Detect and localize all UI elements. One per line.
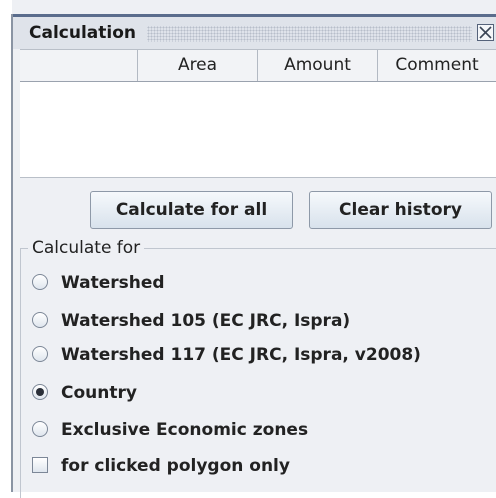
title-bar[interactable]: Calculation [13,17,496,49]
calculation-panel: Calculation Area Amount Comment Calculat… [0,0,496,498]
checkbox-label: for clicked polygon only [61,456,290,476]
radio-button[interactable] [32,312,48,328]
radio-button[interactable] [32,274,48,290]
radio-label: Watershed 105 (EC JRC, Ispra) [61,311,351,331]
calculate-for-all-button[interactable]: Calculate for all [90,191,293,229]
column-header-amount[interactable]: Amount [258,50,378,81]
column-header-comment[interactable]: Comment [378,50,496,81]
calculate-for-label: Calculate for [28,236,145,260]
window-title: Calculation [29,23,136,43]
window-left-border [11,14,13,492]
history-table-header: Area Amount Comment [20,49,496,82]
radio-button-selected[interactable] [32,384,48,400]
close-icon [479,26,492,39]
radio-label: Watershed [61,273,165,293]
radio-button[interactable] [32,421,48,437]
radio-button[interactable] [32,346,48,362]
radio-label: Exclusive Economic zones [61,420,309,440]
clear-history-button[interactable]: Clear history [309,191,492,229]
column-header-blank[interactable] [20,50,138,81]
history-table-body[interactable] [20,82,496,178]
column-header-area[interactable]: Area [138,50,258,81]
radio-label: Country [61,383,137,403]
radio-label: Watershed 117 (EC JRC, Ispra, v2008) [61,345,421,365]
title-bar-grip[interactable] [147,26,472,42]
close-button[interactable] [477,24,494,41]
checkbox[interactable] [32,457,48,473]
